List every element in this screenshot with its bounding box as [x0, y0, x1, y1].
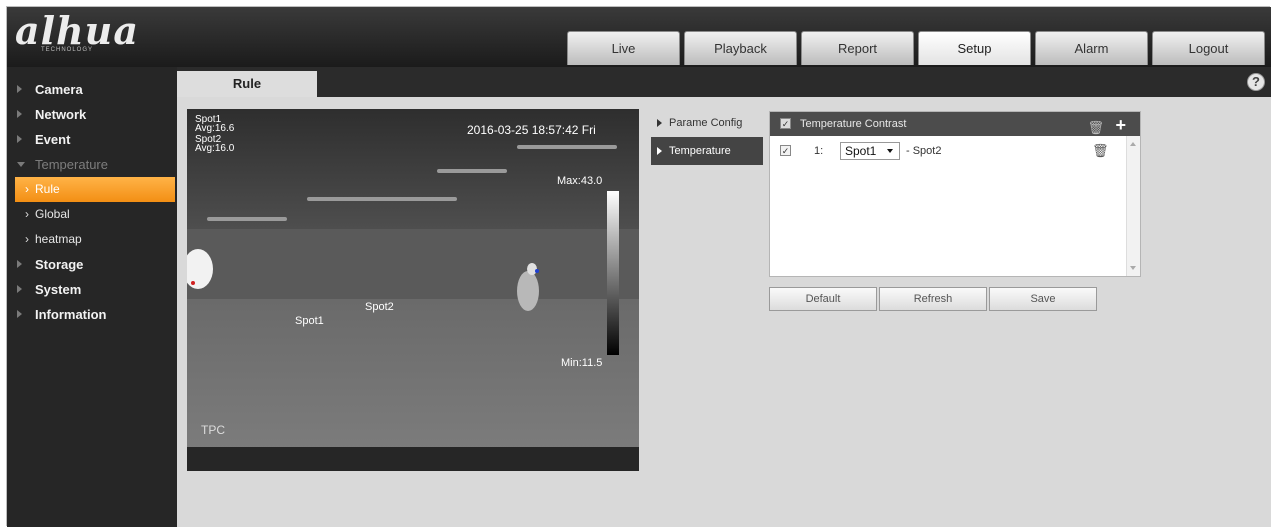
spot2-marker-label[interactable]: Spot2 — [365, 301, 394, 313]
tpc-label: TPC — [201, 423, 225, 437]
thermal-video-preview[interactable]: Spot1 Avg:16.6 Spot2 Avg:16.0 2016-03-25… — [187, 109, 639, 471]
spot-select-value: Spot1 — [845, 144, 877, 158]
nav-tab-logout[interactable]: Logout — [1152, 31, 1265, 65]
sidebar-item-system[interactable]: System — [7, 277, 177, 302]
overlay-spot1-avg: Avg:16.6 — [195, 123, 235, 134]
heat-spot-person — [517, 271, 539, 311]
triangle-right-icon — [657, 147, 662, 155]
submenu-item-temperature[interactable]: Temperature — [651, 137, 763, 165]
nav-tab-live[interactable]: Live — [567, 31, 680, 65]
chevron-right-icon: › — [25, 207, 29, 221]
page-tab-bar: Rule ? — [177, 67, 1271, 97]
caret-down-icon — [887, 149, 893, 153]
rule-row-index: 1: — [814, 145, 824, 157]
chevron-right-icon: › — [25, 182, 29, 196]
submenu-item-label: Parame Config — [669, 117, 743, 129]
spot1-marker-label[interactable]: Spot1 — [295, 315, 324, 327]
chevron-right-icon: › — [25, 232, 29, 246]
video-timestamp: 2016-03-25 18:57:42 Fri — [467, 123, 596, 137]
video-bottom-bar — [187, 447, 639, 471]
top-header: alhua TECHNOLOGY Live Playback Report Se… — [7, 7, 1271, 67]
save-button[interactable]: Save — [989, 287, 1097, 311]
panel-header: ✓ Temperature Contrast 🗑 + — [770, 112, 1140, 136]
ceiling-light — [437, 169, 507, 173]
panel-scrollbar[interactable] — [1126, 136, 1140, 276]
triangle-right-icon — [17, 285, 22, 293]
sidebar-item-information[interactable]: Information — [7, 302, 177, 327]
tab-rule[interactable]: Rule — [177, 71, 317, 97]
min-temp-marker — [535, 269, 539, 273]
max-temp-label: Max:43.0 — [557, 175, 603, 187]
triangle-right-icon — [17, 260, 22, 268]
sidebar-item-camera[interactable]: Camera — [7, 77, 177, 102]
submenu-item-label: Temperature — [669, 145, 731, 157]
spot-select[interactable]: Spot1 — [840, 142, 900, 160]
triangle-right-icon — [17, 110, 22, 118]
sidebar-subitem-label: Rule — [35, 182, 60, 196]
nav-tab-playback[interactable]: Playback — [684, 31, 797, 65]
sidebar-item-label: Camera — [35, 82, 83, 97]
triangle-down-icon — [17, 162, 25, 167]
ceiling-light — [517, 145, 617, 149]
logo-text: alhua — [15, 8, 139, 53]
sidebar-subitem-label: Global — [35, 207, 70, 221]
config-submenu: Parame Config Temperature — [651, 109, 763, 165]
overlay-spot2-avg: Avg:16.0 — [195, 143, 235, 154]
triangle-right-icon — [17, 135, 22, 143]
sidebar-item-event[interactable]: Event — [7, 127, 177, 152]
temperature-contrast-panel: ✓ Temperature Contrast 🗑 + ✓ 1: Spot1 - … — [769, 111, 1141, 277]
sidebar-item-label: Temperature — [35, 157, 108, 172]
brand-logo: alhua TECHNOLOGY — [15, 11, 165, 55]
panel-header-title: Temperature Contrast — [800, 118, 907, 130]
sidebar-subitem-rule[interactable]: › Rule — [15, 177, 175, 202]
select-all-checkbox[interactable]: ✓ — [780, 118, 791, 129]
sidebar: Camera Network Event Temperature › Rule ›… — [7, 67, 177, 527]
nav-tab-report[interactable]: Report — [801, 31, 914, 65]
temperature-scale-bar — [607, 191, 619, 355]
ceiling-light — [307, 197, 457, 201]
sidebar-item-storage[interactable]: Storage — [7, 252, 177, 277]
max-temp-marker — [191, 281, 195, 285]
main-content: Rule ? Spot1 Avg:16.6 Spot2 Avg:16.0 201… — [177, 67, 1271, 527]
sidebar-item-label: System — [35, 282, 82, 297]
triangle-right-icon — [657, 119, 662, 127]
sidebar-item-label: Storage — [35, 257, 84, 272]
sidebar-item-label: Event — [35, 132, 71, 147]
help-icon[interactable]: ? — [1247, 73, 1265, 91]
sidebar-subitem-heatmap[interactable]: › heatmap — [7, 227, 177, 252]
delete-all-icon[interactable]: 🗑 — [1087, 116, 1104, 140]
rule-row-compare-target: - Spot2 — [906, 145, 942, 157]
nav-tab-alarm[interactable]: Alarm — [1035, 31, 1148, 65]
nav-tab-setup[interactable]: Setup — [918, 31, 1031, 65]
sidebar-item-network[interactable]: Network — [7, 102, 177, 127]
submenu-item-parame-config[interactable]: Parame Config — [651, 109, 763, 137]
delete-row-icon[interactable]: 🗑 — [1092, 140, 1109, 162]
app-window: alhua TECHNOLOGY Live Playback Report Se… — [6, 6, 1271, 527]
add-icon[interactable]: + — [1115, 113, 1126, 137]
min-temp-label: Min:11.5 — [561, 357, 603, 369]
sidebar-item-label: Information — [35, 307, 107, 322]
triangle-right-icon — [17, 310, 22, 318]
ceiling-light — [207, 217, 287, 221]
default-button[interactable]: Default — [769, 287, 877, 311]
video-floor-region — [187, 299, 639, 469]
triangle-right-icon — [17, 85, 22, 93]
logo-subtext: TECHNOLOGY — [41, 47, 94, 53]
main-nav: Live Playback Report Setup Alarm Logout — [567, 31, 1269, 65]
scroll-down-icon[interactable] — [1130, 266, 1136, 270]
rule-row-checkbox[interactable]: ✓ — [780, 145, 791, 156]
sidebar-item-label: Network — [35, 107, 87, 122]
rule-row: ✓ 1: Spot1 - Spot2 🗑 — [770, 140, 1126, 162]
sidebar-subitem-label: heatmap — [35, 232, 82, 246]
scroll-up-icon[interactable] — [1130, 142, 1136, 146]
sidebar-subitem-global[interactable]: › Global — [7, 202, 177, 227]
sidebar-item-temperature[interactable]: Temperature — [7, 152, 177, 177]
refresh-button[interactable]: Refresh — [879, 287, 987, 311]
